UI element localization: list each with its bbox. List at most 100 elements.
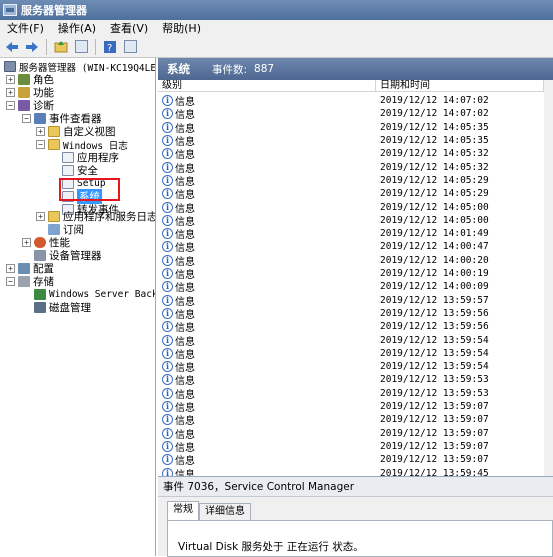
configuration-icon — [18, 263, 30, 274]
menu-view[interactable]: 查看(V) — [103, 20, 155, 36]
table-row[interactable]: i 信息 2019/12/12 13:59:54 — [158, 333, 544, 348]
vertical-scrollbar[interactable] — [544, 80, 553, 476]
table-row[interactable]: i 信息 2019/12/12 14:07:02 — [158, 107, 544, 121]
table-row[interactable]: i 信息 2019/12/12 14:07:02 — [158, 94, 544, 108]
info-icon: i — [162, 401, 173, 413]
table-row[interactable]: i 信息 2019/12/12 13:59:45 — [158, 466, 544, 476]
table-row[interactable]: i 信息 2019/12/12 14:00:20 — [158, 254, 544, 268]
menu-action[interactable]: 操作(A) — [51, 20, 103, 36]
table-row[interactable]: i 信息 2019/12/12 13:59:56 — [158, 307, 544, 321]
datetime-cell: 2019/12/12 13:59:56 — [380, 321, 489, 333]
column-level[interactable]: 级别 — [158, 80, 376, 91]
menu-file[interactable]: 文件(F) — [0, 20, 51, 36]
event-count-label: 事件数: — [212, 63, 248, 76]
event-message-panel: Virtual Disk 服务处于 正在运行 状态。 — [167, 520, 553, 557]
table-row[interactable]: i 信息 2019/12/12 14:00:19 — [158, 267, 544, 281]
event-detail-title: 事件 7036，Service Control Manager — [158, 477, 553, 497]
highlight-box — [59, 178, 120, 201]
datetime-cell: 2019/12/12 14:05:32 — [380, 148, 489, 160]
properties-button[interactable] — [121, 38, 139, 56]
tree-node-custom-views[interactable]: + 自定义视图 — [36, 125, 116, 138]
info-icon: i — [162, 254, 173, 266]
table-row[interactable]: i 信息 2019/12/12 14:05:32 — [158, 147, 544, 161]
datetime-cell: 2019/12/12 13:59:54 — [380, 334, 489, 346]
expand-icon[interactable]: + — [6, 88, 15, 97]
log-icon — [62, 152, 74, 163]
datetime-cell: 2019/12/12 13:59:56 — [380, 307, 489, 319]
expand-icon[interactable]: + — [6, 75, 15, 84]
table-row[interactable]: i 信息 2019/12/12 13:59:54 — [158, 347, 544, 361]
table-row[interactable]: i 信息 2019/12/12 14:05:00 — [158, 214, 544, 228]
column-datetime[interactable]: 日期和时间 — [376, 80, 544, 91]
features-icon — [18, 87, 30, 98]
subscriptions-icon — [48, 224, 60, 235]
tree-node-apps-services[interactable]: + 应用程序和服务日志 — [36, 210, 155, 223]
table-row[interactable]: i 信息 2019/12/12 14:05:29 — [158, 174, 544, 188]
tree-node-security[interactable]: 安全 — [62, 164, 98, 177]
table-row[interactable]: i 信息 2019/12/12 13:59:56 — [158, 320, 544, 334]
collapse-icon[interactable]: − — [36, 140, 45, 149]
table-row[interactable]: i 信息 2019/12/12 14:05:32 — [158, 161, 544, 175]
collapse-icon[interactable]: − — [6, 101, 15, 110]
title-bar: 服务器管理器 — [0, 0, 553, 20]
table-row[interactable]: i 信息 2019/12/12 13:59:07 — [158, 413, 544, 427]
collapse-icon[interactable]: − — [22, 114, 31, 123]
show-hide-tree-button[interactable] — [72, 38, 90, 56]
info-icon: i — [162, 454, 173, 466]
event-count: 887 — [254, 63, 275, 75]
tree-node-storage[interactable]: − 存储 — [6, 275, 54, 288]
datetime-cell: 2019/12/12 13:59:07 — [380, 454, 489, 466]
info-icon: i — [162, 268, 173, 280]
table-row[interactable]: i 信息 2019/12/12 14:05:35 — [158, 121, 544, 135]
table-row[interactable]: i 信息 2019/12/12 14:05:00 — [158, 200, 544, 215]
back-button[interactable] — [3, 38, 21, 56]
expand-icon[interactable]: + — [36, 212, 45, 221]
tree-label: Windows Server Backup — [49, 289, 155, 300]
table-row[interactable]: i 信息 2019/12/12 13:59:57 — [158, 294, 544, 308]
tree-node-server[interactable]: 服务器管理器 (WIN-KC19Q4LEIO — [4, 60, 155, 74]
table-row[interactable]: i 信息 2019/12/12 14:05:29 — [158, 187, 544, 201]
folder-icon — [48, 139, 60, 150]
console-tree-icon — [74, 40, 88, 53]
table-row[interactable]: i 信息 2019/12/12 14:05:35 — [158, 134, 544, 148]
expand-icon[interactable]: + — [6, 264, 15, 273]
table-row[interactable]: i 信息 2019/12/12 13:59:07 — [158, 427, 544, 441]
roles-icon — [18, 74, 30, 85]
table-row[interactable]: i 信息 2019/12/12 13:59:07 — [158, 453, 544, 467]
info-icon: i — [162, 188, 173, 200]
table-row[interactable]: i 信息 2019/12/12 14:01:49 — [158, 227, 544, 241]
tree-node-diagnostics[interactable]: − 诊断 — [6, 99, 54, 112]
info-icon: i — [162, 281, 173, 293]
up-level-button[interactable] — [52, 38, 70, 56]
properties-icon — [123, 40, 137, 53]
table-row[interactable]: i 信息 2019/12/12 14:00:09 — [158, 280, 544, 294]
menu-bar: 文件(F) 操作(A) 查看(V) 帮助(H) — [0, 20, 553, 36]
table-row[interactable]: i 信息 2019/12/12 13:59:07 — [158, 440, 544, 454]
expand-icon[interactable]: + — [36, 127, 45, 136]
table-row[interactable]: i 信息 2019/12/12 13:59:53 — [158, 387, 544, 401]
menu-help[interactable]: 帮助(H) — [155, 20, 208, 36]
info-icon: i — [162, 414, 173, 426]
window-title: 服务器管理器 — [21, 4, 87, 17]
table-row[interactable]: i 信息 2019/12/12 13:59:53 — [158, 373, 544, 387]
tree-node-disk-management[interactable]: 磁盘管理 — [34, 301, 91, 314]
log-header: 系统 事件数: 887 — [158, 58, 553, 80]
table-row[interactable]: i 信息 2019/12/12 13:59:54 — [158, 360, 544, 374]
datetime-cell: 2019/12/12 14:07:02 — [380, 95, 489, 107]
console-tree: 服务器管理器 (WIN-KC19Q4LEIO + 角色 + 功能 − 诊断 − … — [0, 58, 156, 556]
expand-icon[interactable]: + — [22, 238, 31, 247]
info-icon: i — [162, 387, 173, 399]
table-row[interactable]: i 信息 2019/12/12 13:59:07 — [158, 400, 544, 414]
help-button[interactable]: ? — [101, 38, 119, 56]
collapse-icon[interactable]: − — [6, 277, 15, 286]
datetime-cell: 2019/12/12 14:05:35 — [380, 135, 489, 147]
datetime-cell: 2019/12/12 13:59:45 — [380, 467, 489, 476]
forward-button[interactable] — [23, 38, 41, 56]
tree-label: 磁盘管理 — [49, 302, 91, 314]
tab-details[interactable]: 详细信息 — [199, 503, 251, 520]
level-text: 信息 — [175, 469, 195, 476]
datetime-cell: 2019/12/12 14:00:19 — [380, 268, 489, 280]
toolbar-divider — [46, 38, 47, 55]
tab-general[interactable]: 常规 — [167, 501, 199, 520]
table-row[interactable]: i 信息 2019/12/12 14:00:47 — [158, 240, 544, 254]
